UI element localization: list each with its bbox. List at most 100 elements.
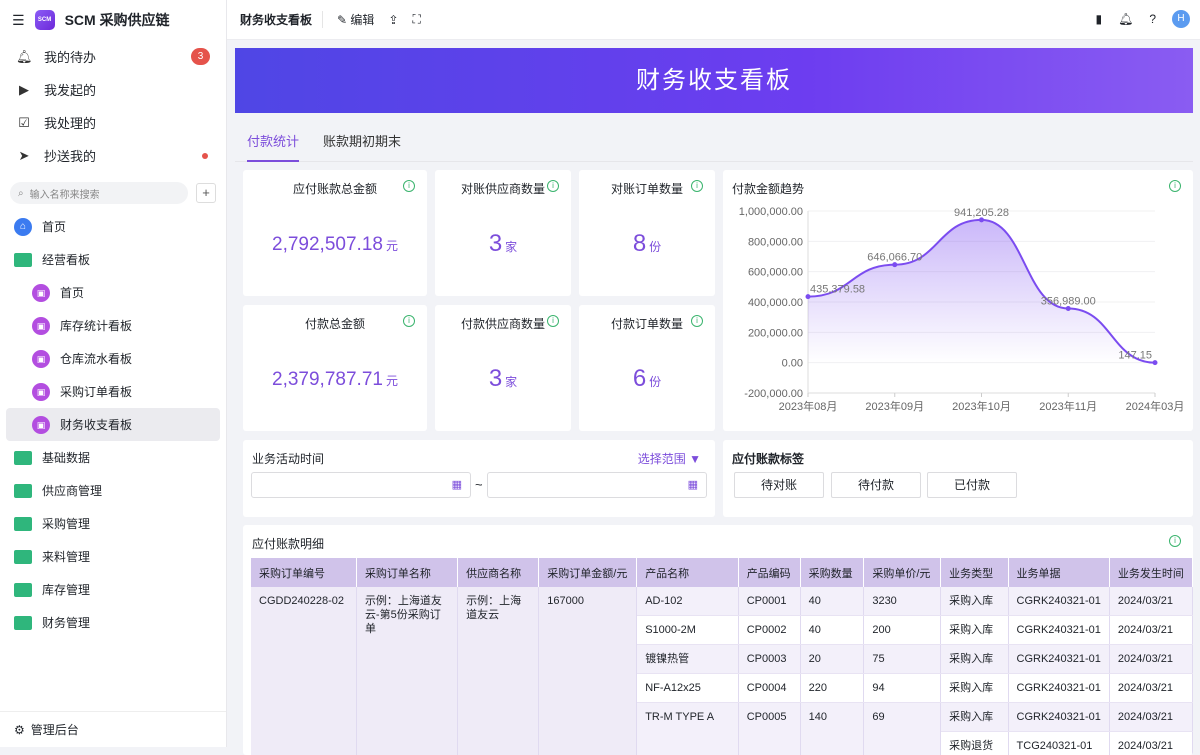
table-cell: 2024/03/21: [1109, 703, 1192, 732]
tree-dash-purchase[interactable]: ▣采购订单看板: [0, 375, 226, 408]
edit-button[interactable]: ✎ 编辑: [337, 11, 374, 28]
info-icon[interactable]: i: [691, 315, 703, 327]
tag-pending-payment[interactable]: 待付款: [831, 472, 921, 498]
unit: 份: [649, 240, 661, 254]
table-cell: 69: [864, 703, 941, 755]
value: 6: [633, 365, 646, 392]
info-icon[interactable]: i: [691, 180, 703, 192]
table-cell: 采购入库: [941, 703, 1008, 732]
play-icon: ▶: [16, 82, 32, 98]
x-tick-label: 2024年03月: [1126, 399, 1185, 413]
info-icon[interactable]: i: [403, 315, 415, 327]
folder-icon: [14, 550, 32, 564]
avatar[interactable]: H: [1172, 10, 1190, 28]
tree-folder-purchase[interactable]: 采购管理: [0, 507, 226, 540]
column-header[interactable]: 供应商名称: [458, 558, 539, 587]
column-header[interactable]: 采购数量: [800, 558, 864, 587]
app-logo: SCM: [35, 10, 55, 30]
table-cell: 采购入库: [941, 587, 1008, 616]
table-cell: 3230: [864, 587, 941, 616]
tree-folder-supplier[interactable]: 供应商管理: [0, 474, 226, 507]
fullscreen-icon[interactable]: ⛶: [413, 12, 421, 27]
tree-label: 经营看板: [42, 251, 90, 268]
table-cell: 2024/03/21: [1109, 587, 1192, 616]
start-date-input[interactable]: ▦: [251, 472, 471, 498]
edit-label: 编辑: [350, 13, 374, 27]
x-tick-label: 2023年08月: [779, 399, 838, 413]
table-cell: 40: [800, 587, 864, 616]
table-cell: CP0002: [738, 616, 800, 645]
tree-label: 供应商管理: [42, 482, 102, 499]
table-cell: NF-A12x25: [637, 674, 739, 703]
info-icon[interactable]: i: [403, 180, 415, 192]
table-cell: CP0001: [738, 587, 800, 616]
nav-cc[interactable]: ➤抄送我的: [0, 139, 226, 172]
column-header[interactable]: 产品编码: [738, 558, 800, 587]
tab-period-balance[interactable]: 账款期初期末: [323, 120, 401, 162]
gear-icon: ⚙: [14, 723, 25, 737]
search-row: ⌕输入名称来搜索 +: [10, 182, 216, 204]
y-tick-label: 1,000,000.00: [739, 206, 803, 218]
range-select[interactable]: 选择范围 ▼: [638, 450, 701, 467]
tags-panel: 应付账款标签 待对账 待付款 已付款: [723, 440, 1193, 517]
menu-icon[interactable]: ☰: [12, 12, 25, 29]
stat-payment-suppliers: 付款供应商数量i3家: [435, 305, 571, 431]
tree-label: 仓库流水看板: [60, 350, 132, 367]
tree-label: 首页: [42, 218, 66, 235]
book-icon[interactable]: ▮: [1095, 12, 1102, 26]
nav-todo[interactable]: 🔔︎我的待办3: [0, 40, 226, 73]
tree-label: 财务管理: [42, 614, 90, 631]
admin-link[interactable]: ⚙管理后台: [0, 711, 226, 747]
column-header[interactable]: 业务单据: [1008, 558, 1109, 587]
stat-value: 2,379,787.71元: [243, 369, 427, 391]
info-icon[interactable]: i: [547, 180, 559, 192]
nav-label: 我处理的: [44, 113, 96, 132]
column-header[interactable]: 采购订单金额/元: [539, 558, 637, 587]
tree-dash-home[interactable]: ▣首页: [0, 276, 226, 309]
add-button[interactable]: +: [196, 183, 216, 203]
column-header[interactable]: 业务类型: [941, 558, 1008, 587]
folder-icon: [14, 451, 32, 465]
stat-payable-total: 应付账款总金额i2,792,507.18元: [243, 170, 427, 296]
share-icon[interactable]: ⇪: [388, 13, 398, 27]
tree-folder-inventory[interactable]: 库存管理: [0, 573, 226, 606]
tree-folder-incoming[interactable]: 来料管理: [0, 540, 226, 573]
column-header[interactable]: 产品名称: [637, 558, 739, 587]
tree-home[interactable]: ⌂首页: [0, 210, 226, 243]
dashboard-icon: ▣: [32, 383, 50, 401]
send-icon: ➤: [16, 148, 32, 164]
tab-payment-stats[interactable]: 付款统计: [247, 120, 299, 162]
sidebar: ☰ SCM SCM 采购供应链 🔔︎我的待办3 ▶我发起的 ☑我处理的 ➤抄送我…: [0, 0, 227, 747]
end-date-input[interactable]: ▦: [487, 472, 707, 498]
info-icon[interactable]: i: [1169, 535, 1181, 547]
column-header[interactable]: 业务发生时间: [1109, 558, 1192, 587]
tree-dash-warehouse[interactable]: ▣仓库流水看板: [0, 342, 226, 375]
tree-dash-finance[interactable]: ▣财务收支看板: [6, 408, 220, 441]
folder-icon: [14, 253, 32, 267]
payable-detail-panel: 应付账款明细 i 采购订单编号采购订单名称供应商名称采购订单金额/元产品名称产品…: [243, 525, 1193, 755]
tag-paid[interactable]: 已付款: [927, 472, 1017, 498]
help-icon[interactable]: ?: [1149, 12, 1156, 26]
tree-dash-inventory[interactable]: ▣库存统计看板: [0, 309, 226, 342]
column-header[interactable]: 采购订单编号: [251, 558, 356, 587]
tree-folder-dashboards[interactable]: 经营看板: [0, 243, 226, 276]
tree-folder-basic[interactable]: 基础数据: [0, 441, 226, 474]
column-header[interactable]: 采购单价/元: [864, 558, 941, 587]
tree-folder-finance[interactable]: 财务管理: [0, 606, 226, 639]
tag-pending-recon[interactable]: 待对账: [734, 472, 824, 498]
column-header[interactable]: 采购订单名称: [356, 558, 457, 587]
filter-panel: 业务活动时间 选择范围 ▼ ▦ ~ ▦: [243, 440, 715, 517]
calendar-icon: ▦: [688, 478, 698, 491]
search-input[interactable]: ⌕输入名称来搜索: [10, 182, 188, 204]
nav-handled[interactable]: ☑我处理的: [0, 106, 226, 139]
notification-icon[interactable]: 🔔︎: [1118, 12, 1133, 26]
table-cell: CP0004: [738, 674, 800, 703]
nav-initiated[interactable]: ▶我发起的: [0, 73, 226, 106]
info-icon[interactable]: i: [547, 315, 559, 327]
value: 8: [633, 230, 646, 257]
unit: 元: [386, 239, 398, 253]
table-cell: 20: [800, 645, 864, 674]
tags-title: 应付账款标签: [732, 450, 804, 467]
table-cell: CGRK240321-01: [1008, 645, 1109, 674]
data-label: 147.15: [1118, 350, 1152, 362]
